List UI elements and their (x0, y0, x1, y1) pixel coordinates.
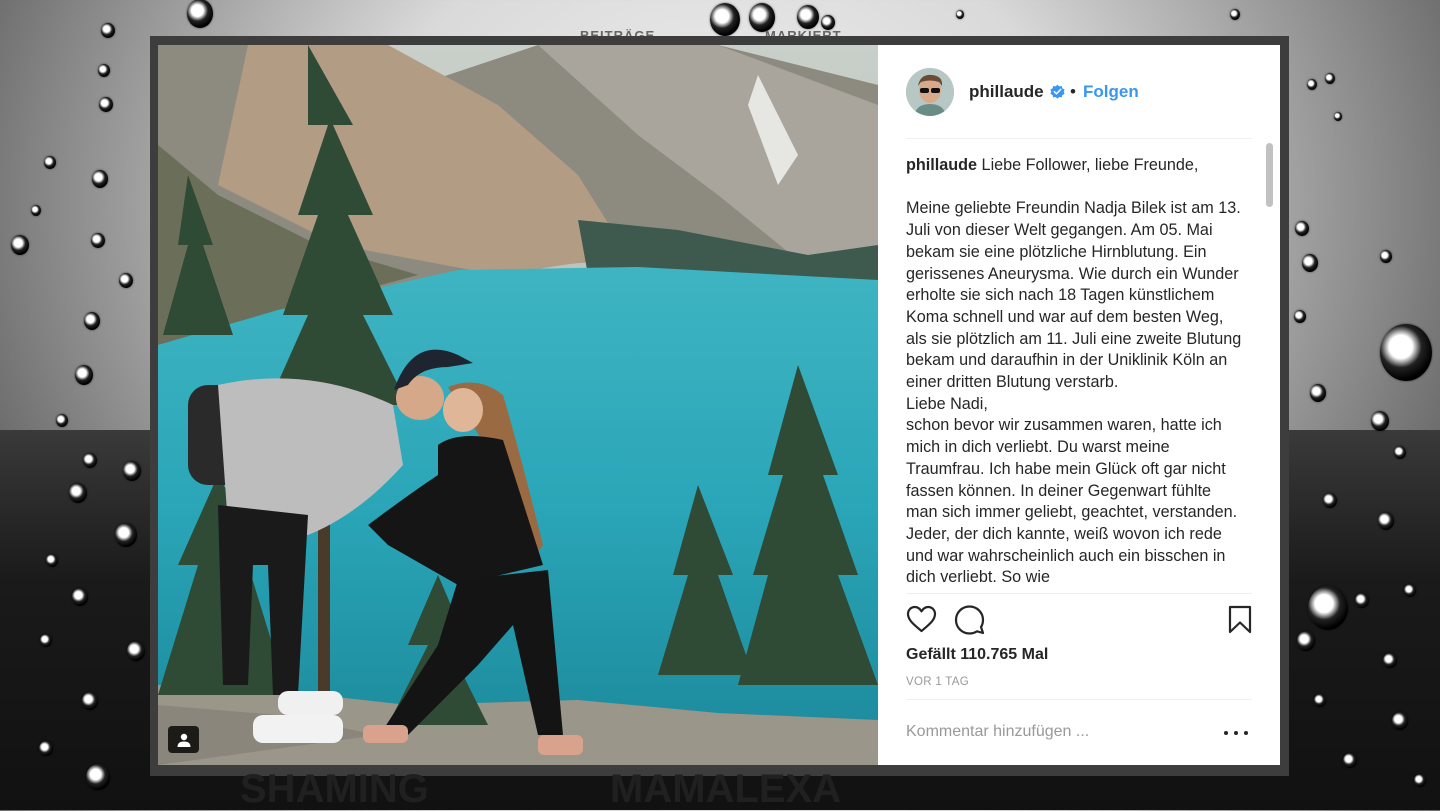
caption-scrollbar-thumb[interactable] (1266, 143, 1273, 207)
post-actions (878, 593, 1280, 645)
caption-text: Liebe Follower, liebe Freunde, Meine gel… (906, 156, 1242, 587)
follow-button[interactable]: Folgen (1083, 82, 1139, 102)
avatar[interactable] (906, 68, 954, 116)
rain-drop (84, 312, 100, 330)
rain-drop (56, 414, 68, 428)
rain-drop (1334, 112, 1342, 121)
behind-title-left: SHAMING (240, 767, 429, 811)
rain-drop (187, 0, 213, 28)
likes-count[interactable]: Gefällt 110.765 Mal (906, 646, 1048, 664)
rain-drop (101, 23, 115, 39)
rain-drop (11, 235, 29, 255)
rain-drop (1378, 512, 1394, 530)
caption-username[interactable]: phillaude (906, 156, 977, 174)
rain-drop (75, 365, 93, 385)
rain-drop (92, 170, 108, 188)
rain-drop (1325, 73, 1335, 84)
rain-drop (956, 10, 964, 19)
caption-scrollbar[interactable] (1263, 140, 1275, 593)
rain-drop (1310, 384, 1326, 402)
rain-drop (82, 692, 98, 710)
post-caption: phillaude Liebe Follower, liebe Freunde,… (906, 155, 1246, 593)
photo-illustration (158, 45, 878, 765)
rain-drop (44, 156, 56, 170)
more-dot (1244, 731, 1248, 735)
comment-input[interactable] (906, 723, 1216, 741)
user-tag-icon (177, 733, 190, 747)
comment-divider (906, 699, 1252, 700)
rain-drop (1294, 310, 1306, 324)
rain-drop (123, 461, 141, 481)
rain-drop (69, 483, 87, 503)
rain-drop (1380, 250, 1392, 264)
rain-drop (1371, 411, 1389, 431)
post-timestamp[interactable]: VOR 1 TAG (906, 676, 969, 688)
verified-badge-icon (1050, 84, 1065, 99)
more-options-icon[interactable] (1224, 723, 1248, 743)
behind-title-right: MAMALEXA (610, 767, 842, 811)
header-separator: • (1070, 82, 1076, 101)
rain-drop (115, 523, 137, 548)
rain-drop (1380, 324, 1432, 382)
header-divider (906, 138, 1252, 139)
rain-drop (1392, 712, 1408, 730)
bookmark-icon[interactable] (1228, 605, 1252, 634)
comment-icon[interactable] (954, 604, 985, 635)
rain-drop (31, 205, 41, 216)
rain-drop (99, 97, 113, 113)
post-header: phillaude • Folgen (878, 45, 1280, 138)
rain-drop (72, 588, 88, 606)
more-dot (1234, 731, 1238, 735)
heart-icon[interactable] (906, 605, 937, 633)
rain-drop (91, 233, 105, 249)
rain-drop (1295, 221, 1309, 237)
post-photo[interactable] (158, 45, 878, 765)
rain-drop (1307, 79, 1317, 90)
user-tag-button[interactable] (168, 726, 199, 753)
rain-drop (1302, 254, 1318, 272)
header-username[interactable]: phillaude (969, 82, 1044, 102)
rain-drop (797, 5, 819, 30)
post-side-panel: phillaude • Folgen phillaude Liebe Follo… (878, 45, 1280, 765)
rain-drop (127, 641, 145, 661)
rain-drop (1308, 586, 1348, 630)
more-dot (1224, 731, 1228, 735)
rain-drop (1297, 631, 1315, 651)
rain-drop (710, 3, 740, 36)
rain-drop (98, 64, 110, 78)
rain-drop (119, 273, 133, 289)
rain-drop (1230, 9, 1240, 20)
